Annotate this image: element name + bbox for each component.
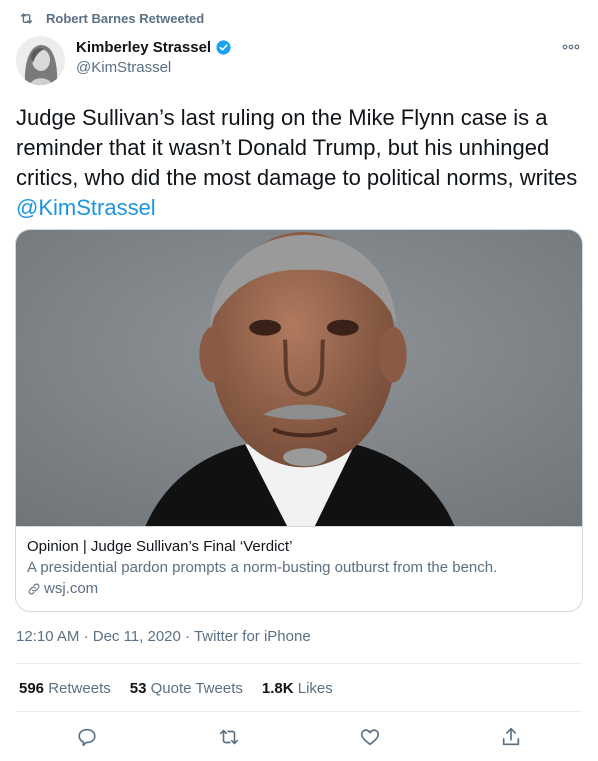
card-image — [16, 230, 582, 527]
quote-label: Quote Tweets — [150, 680, 243, 697]
tweet-text: Judge Sullivan’s last ruling on the Mike… — [16, 103, 584, 223]
card-description: A presidential pardon prompts a norm-bus… — [27, 559, 498, 576]
more-options-icon[interactable] — [561, 40, 581, 54]
retweets-stat[interactable]: 596 Retweets — [19, 680, 111, 697]
tweet-source[interactable]: Twitter for iPhone — [194, 628, 311, 645]
like-icon[interactable] — [359, 726, 381, 748]
retweets-label: Retweets — [48, 680, 111, 697]
likes-count: 1.8K — [261, 680, 294, 697]
meta-separator: · — [83, 628, 89, 645]
author-name[interactable]: Kimberley Strassel — [76, 39, 211, 56]
link-card[interactable]: Opinion | Judge Sullivan’s Final ‘Verdic… — [15, 229, 583, 612]
retweet-icon[interactable] — [218, 726, 240, 748]
tweet-stats: 596 Retweets 53 Quote Tweets 1.8K Likes — [19, 680, 352, 697]
meta-separator: · — [185, 628, 191, 645]
likes-stat[interactable]: 1.8K Likes — [262, 680, 333, 697]
divider — [16, 711, 582, 712]
tweet-date[interactable]: Dec 11, 2020 — [93, 628, 181, 645]
reply-icon[interactable] — [76, 726, 98, 748]
mention-link[interactable]: @KimStrassel — [16, 195, 156, 220]
retweets-count: 596 — [19, 680, 45, 697]
tweet-actions — [0, 726, 598, 750]
retweet-banner[interactable]: Robert Barnes Retweeted — [19, 11, 204, 26]
author-handle[interactable]: @KimStrassel — [76, 59, 232, 76]
tweet-meta: 12:10 AM · Dec 11, 2020 · Twitter for iP… — [16, 628, 311, 645]
share-icon[interactable] — [500, 726, 522, 748]
tweet-body: Judge Sullivan’s last ruling on the Mike… — [16, 105, 578, 190]
retweet-banner-text: Robert Barnes Retweeted — [46, 11, 205, 26]
likes-label: Likes — [297, 680, 333, 697]
quote-tweets-stat[interactable]: 53 Quote Tweets — [130, 680, 243, 697]
tweet-time[interactable]: 12:10 AM — [16, 628, 79, 645]
card-domain: wsj.com — [44, 580, 99, 597]
avatar[interactable] — [16, 36, 65, 85]
card-title: Opinion | Judge Sullivan’s Final ‘Verdic… — [27, 538, 293, 555]
retweet-icon — [20, 13, 33, 24]
verified-badge-icon — [216, 40, 231, 55]
tweet-author: Kimberley Strassel @KimStrassel — [16, 36, 232, 85]
quote-count: 53 — [129, 680, 147, 697]
divider — [16, 663, 582, 664]
link-icon — [28, 583, 40, 594]
